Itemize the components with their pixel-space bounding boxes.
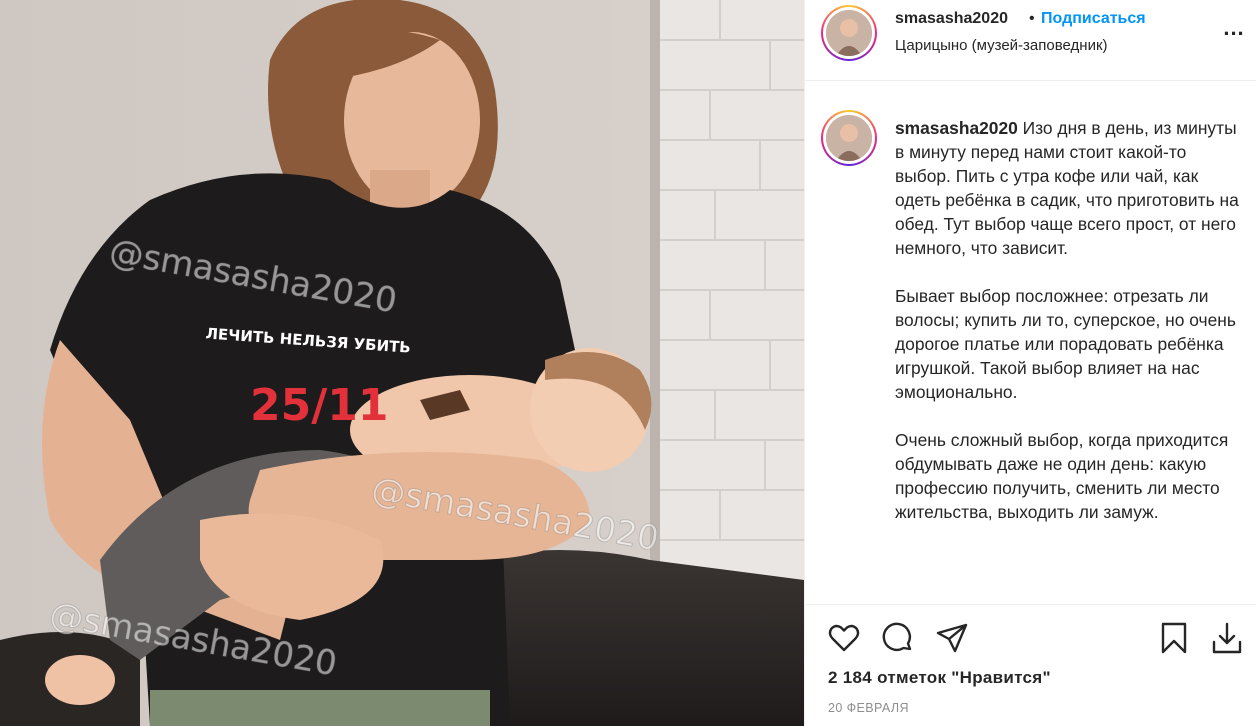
follow-button[interactable]: Подписаться — [1041, 10, 1146, 28]
post-date[interactable]: 20 ФЕВРАЛЯ — [828, 701, 909, 715]
caption-area: smasasha2020 Изо дня в день, из минуты в… — [805, 82, 1256, 604]
more-options-button[interactable]: ... — [1219, 17, 1249, 44]
likes-count[interactable]: 2 184 отметок "Нравится" — [828, 668, 1051, 688]
post-caption: smasasha2020 Изо дня в день, из минуты в… — [895, 116, 1240, 524]
caption-text: Изо дня в день, из минуты в минуту перед… — [895, 118, 1239, 522]
avatar-image — [826, 115, 872, 161]
post-header: smasasha2020 • Подписаться Царицыно (муз… — [805, 0, 1256, 81]
post-sidebar: smasasha2020 • Подписаться Царицыно (муз… — [804, 0, 1256, 726]
action-bar: 2 184 отметок "Нравится" 20 ФЕВРАЛЯ — [805, 604, 1256, 726]
caption-avatar[interactable] — [821, 110, 877, 166]
heart-icon[interactable] — [827, 621, 861, 655]
comment-icon[interactable] — [881, 621, 915, 655]
shirt-number: 25/11 — [250, 380, 389, 431]
post-photo[interactable]: ЛЕЧИТЬ НЕЛЬЗЯ УБИТЬ 25/11 @smasasha2020 … — [0, 0, 804, 726]
photo-illustration: ЛЕЧИТЬ НЕЛЬЗЯ УБИТЬ 25/11 @smasasha2020 … — [0, 0, 804, 726]
caption-username[interactable]: smasasha2020 — [895, 118, 1018, 138]
avatar-image — [826, 10, 872, 56]
avatar[interactable] — [821, 5, 877, 61]
separator-dot: • — [1029, 10, 1035, 27]
bookmark-icon[interactable] — [1157, 621, 1191, 655]
download-icon[interactable] — [1210, 621, 1244, 655]
location-link[interactable]: Царицыно (музей-заповедник) — [895, 37, 1108, 54]
header-username[interactable]: smasasha2020 — [895, 10, 1008, 28]
share-icon[interactable] — [935, 621, 969, 655]
